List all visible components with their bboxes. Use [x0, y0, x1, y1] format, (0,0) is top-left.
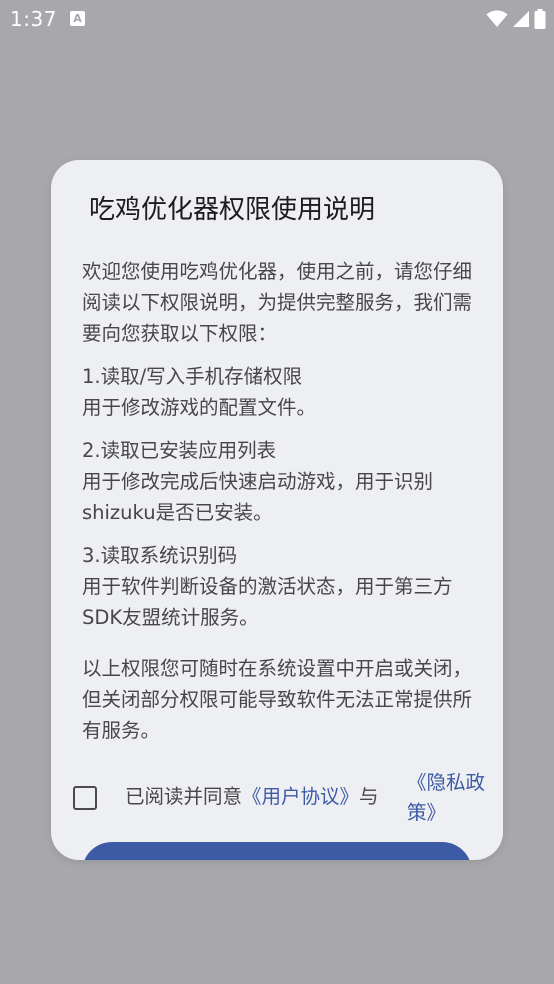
intro-text: 欢迎您使用吃鸡优化器，使用之前，请您仔细阅读以下权限说明，为提供完整服务，我们需… — [82, 260, 473, 345]
status-time: 1:37 — [10, 7, 57, 31]
user-agreement-link[interactable]: 《用户协议》 — [242, 785, 359, 808]
text-a-notification-icon: A — [70, 11, 85, 26]
permission-title: 1.读取/写入手机存储权限 — [82, 365, 303, 388]
footer-note: 以上权限您可随时在系统设置中开启或关闭，但关闭部分权限可能导致软件无法正常提供所… — [82, 657, 473, 742]
permission-desc: 用于软件判断设备的激活状态，用于第三方SDK友盟统计服务。 — [82, 575, 453, 629]
cellular-signal-icon — [513, 11, 529, 27]
battery-icon — [534, 9, 546, 29]
confirm-button[interactable] — [82, 842, 472, 860]
consent-checkbox[interactable] — [73, 786, 97, 810]
status-icons — [486, 8, 546, 30]
dialog-title: 吃鸡优化器权限使用说明 — [89, 195, 376, 225]
consent-text: 已阅读并同意《用户协议》与 — [125, 782, 379, 812]
consent-conjunction: 与 — [359, 785, 379, 808]
status-bar: 1:37 A — [0, 0, 554, 38]
consent-row: 已阅读并同意《用户协议》与 《隐私政策》 — [73, 768, 498, 838]
permission-item-app-list: 2.读取已安装应用列表 用于修改完成后快速启动游戏，用于识别shizuku是否已… — [82, 435, 477, 528]
permission-item-storage: 1.读取/写入手机存储权限 用于修改游戏的配置文件。 — [82, 361, 477, 423]
consent-prefix: 已阅读并同意 — [125, 785, 243, 808]
permission-dialog: 吃鸡优化器权限使用说明 欢迎您使用吃鸡优化器，使用之前，请您仔细阅读以下权限说明… — [51, 160, 503, 860]
dialog-body: 欢迎您使用吃鸡优化器，使用之前，请您仔细阅读以下权限说明，为提供完整服务，我们需… — [82, 256, 477, 758]
permission-item-device-id: 3.读取系统识别码 用于软件判断设备的激活状态，用于第三方SDK友盟统计服务。 — [82, 540, 477, 633]
permission-title: 2.读取已安装应用列表 — [82, 439, 277, 462]
permission-title: 3.读取系统识别码 — [82, 544, 238, 567]
privacy-policy-link[interactable]: 《隐私政策》 — [407, 768, 502, 828]
wifi-icon — [486, 10, 508, 27]
permission-desc: 用于修改完成后快速启动游戏，用于识别shizuku是否已安装。 — [82, 470, 434, 524]
permission-desc: 用于修改游戏的配置文件。 — [82, 396, 317, 419]
